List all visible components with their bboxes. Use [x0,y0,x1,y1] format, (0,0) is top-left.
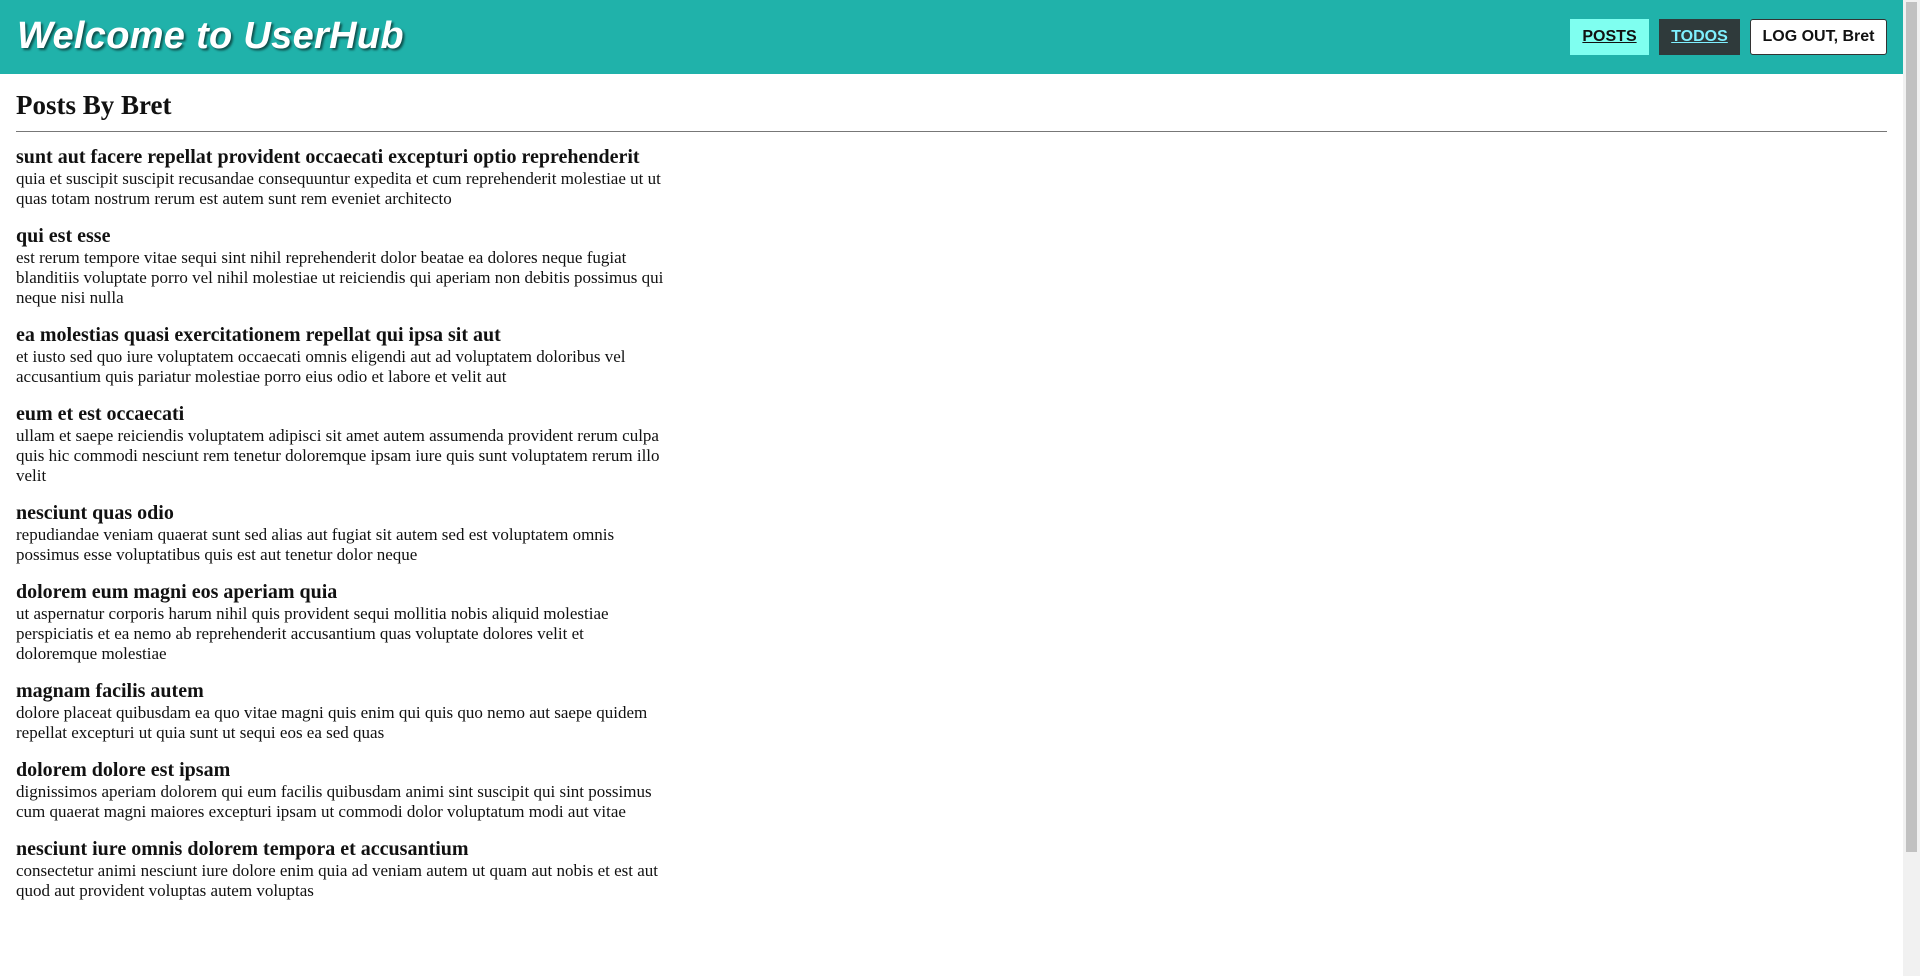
post-body: consectetur animi nesciunt iure dolore e… [16,861,659,900]
post-body: quia et suscipit suscipit recusandae con… [16,169,661,208]
app-viewport: Welcome to UserHub POSTS TODOS LOG OUT, … [0,0,1903,976]
post-item: qui est esse est rerum tempore vitae seq… [16,225,666,308]
post-item: nesciunt iure omnis dolorem tempora et a… [16,838,666,901]
post-body: dolore placeat quibusdam ea quo vitae ma… [16,703,648,742]
posts-list: sunt aut facere repellat provident occae… [16,146,666,901]
post-body: ut aspernatur corporis harum nihil quis … [16,604,609,663]
title-divider [16,131,1887,132]
post-item: eum et est occaecati ullam et saepe reic… [16,403,666,486]
app-header: Welcome to UserHub POSTS TODOS LOG OUT, … [0,0,1903,74]
post-title: dolorem dolore est ipsam [16,759,231,781]
post-item: sunt aut facere repellat provident occae… [16,146,666,209]
post-body: repudiandae veniam quaerat sunt sed alia… [16,525,615,564]
post-item: dolorem eum magni eos aperiam quia ut as… [16,581,666,664]
post-title: sunt aut facere repellat provident occae… [16,146,640,168]
post-item: nesciunt quas odio repudiandae veniam qu… [16,502,666,565]
header-nav: POSTS TODOS LOG OUT, Bret [1570,19,1887,55]
scrollbar-thumb[interactable] [1906,2,1917,852]
post-body: est rerum tempore vitae sequi sint nihil… [16,248,664,307]
post-body: ullam et saepe reiciendis voluptatem adi… [16,426,660,485]
posts-nav-button[interactable]: POSTS [1570,19,1649,55]
post-title: eum et est occaecati [16,403,185,425]
post-title: magnam facilis autem [16,680,204,702]
post-title: qui est esse [16,225,111,247]
post-body: dignissimos aperiam dolorem qui eum faci… [16,782,652,821]
main-content: Posts By Bret sunt aut facere repellat p… [16,86,1887,917]
vertical-scrollbar[interactable] [1903,0,1920,976]
post-item: magnam facilis autem dolore placeat quib… [16,680,666,743]
post-item: dolorem dolore est ipsam dignissimos ape… [16,759,666,822]
post-title: nesciunt iure omnis dolorem tempora et a… [16,838,469,860]
brand-title: Welcome to UserHub [17,15,404,57]
todos-nav-button[interactable]: TODOS [1659,19,1740,55]
post-title: ea molestias quasi exercitationem repell… [16,324,501,346]
post-title: dolorem eum magni eos aperiam quia [16,581,338,603]
post-body: et iusto sed quo iure voluptatem occaeca… [16,347,626,386]
post-item: ea molestias quasi exercitationem repell… [16,324,666,387]
post-title: nesciunt quas odio [16,502,174,524]
logout-button[interactable]: LOG OUT, Bret [1750,19,1887,55]
page-title: Posts By Bret [16,90,172,120]
